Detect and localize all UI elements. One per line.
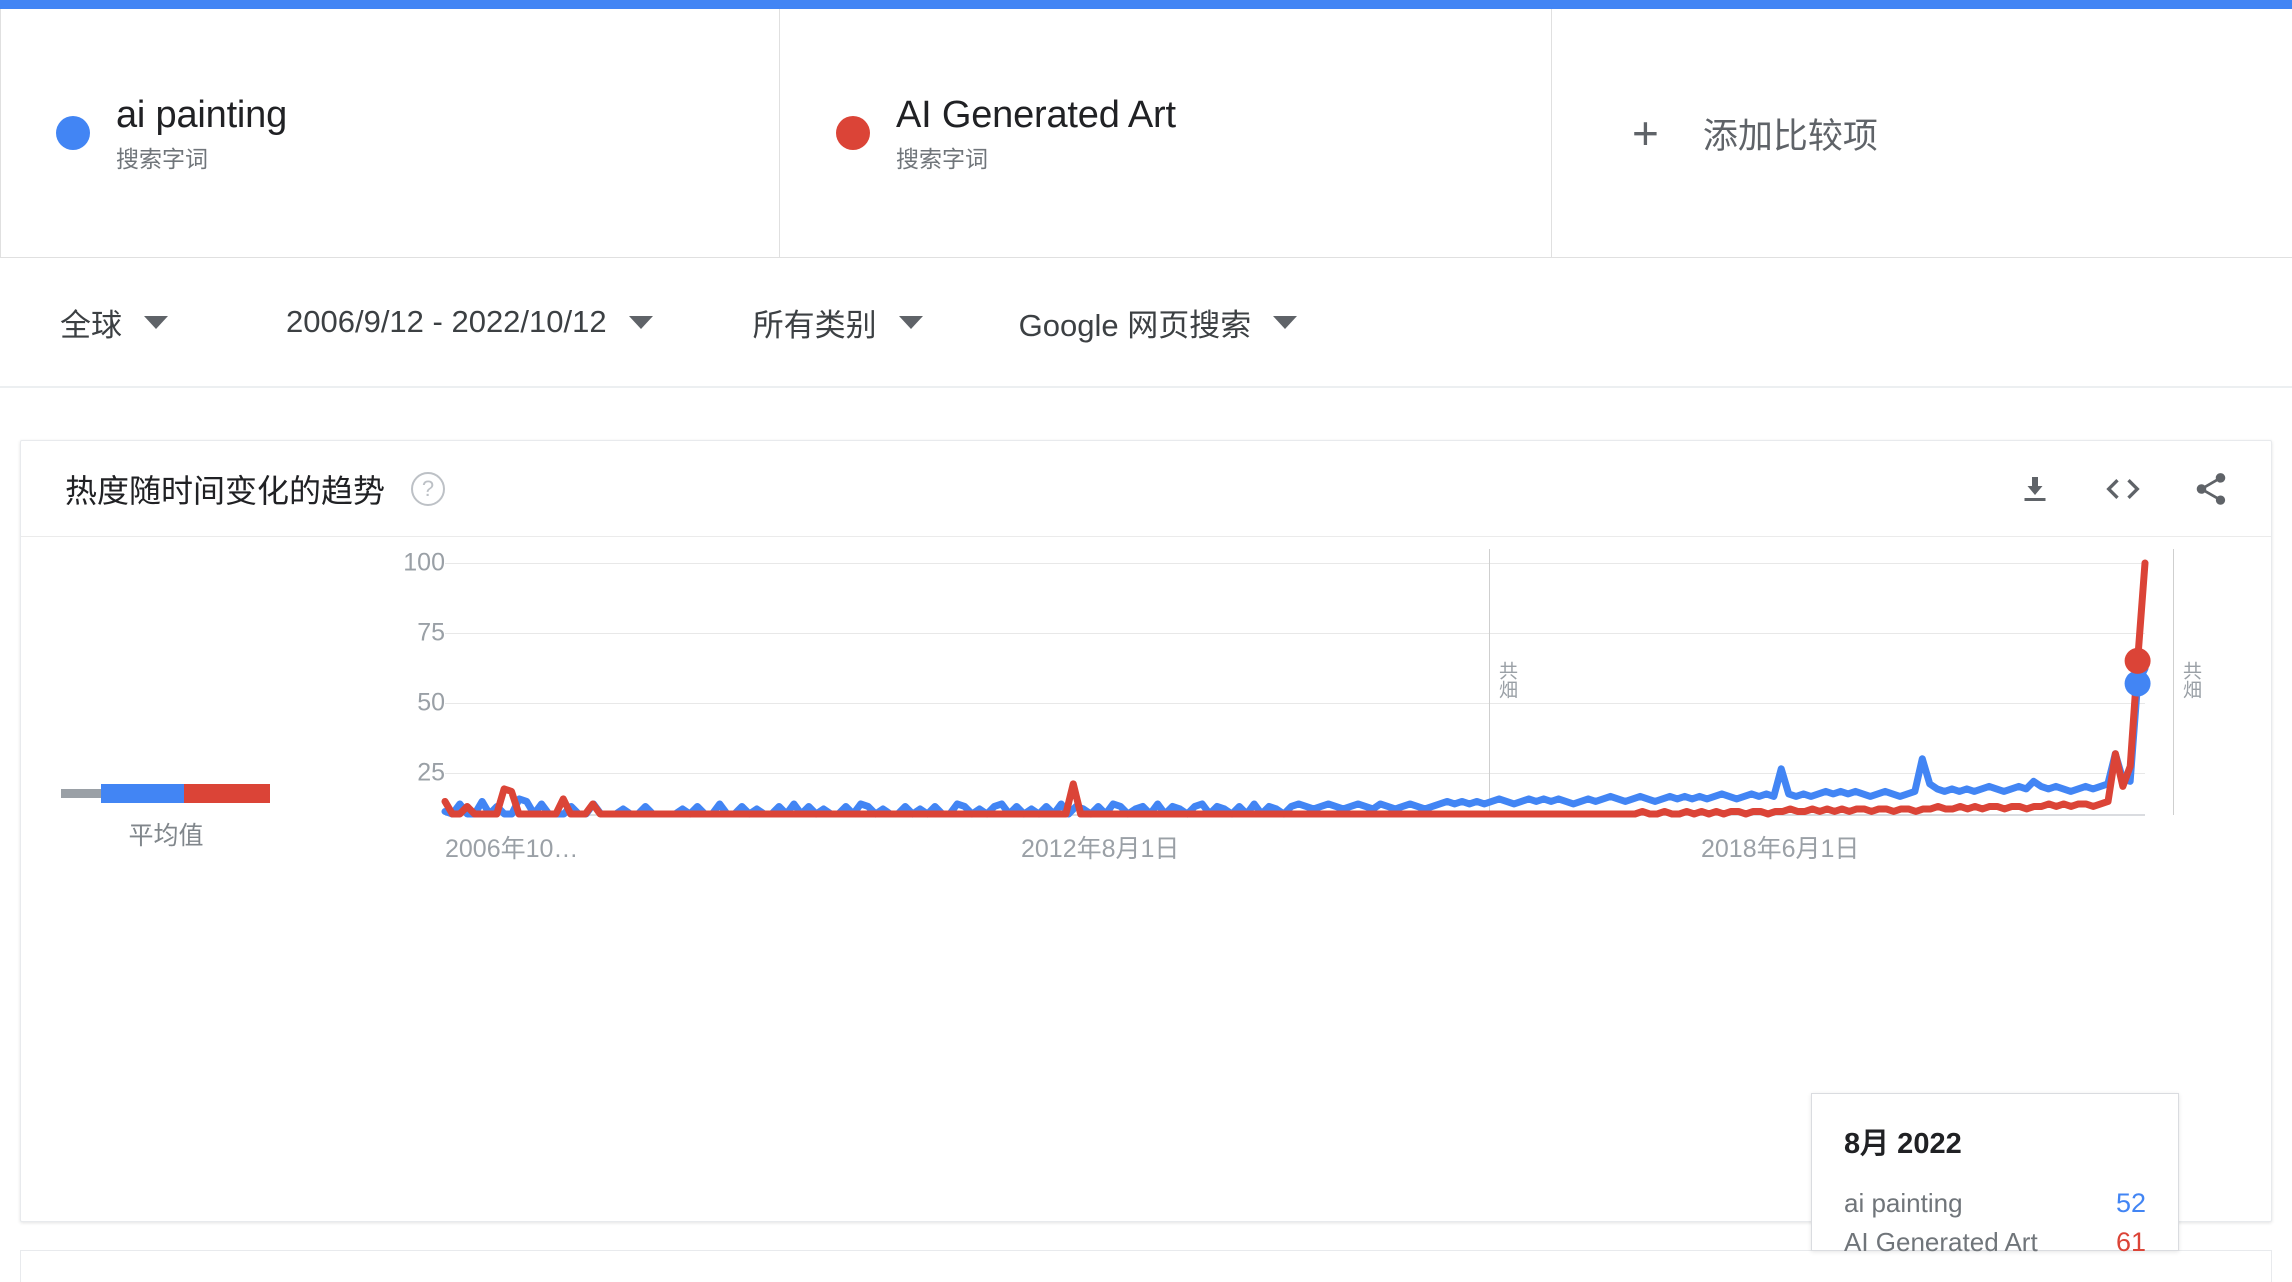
tooltip-series-value: 52 [2115,1188,2146,1218]
chevron-down-icon [144,315,168,329]
blue-dot-icon [56,116,90,150]
red-dot-icon [836,116,870,150]
comparison-card-term-2[interactable]: AI Generated Art 搜索字词 [780,9,1552,258]
highlighted-point-ai-painting [2124,670,2151,697]
add-comparison-button[interactable]: + 添加比较项 [1552,9,2292,258]
filter-region[interactable]: 全球 [60,300,168,345]
x-tick-label: 2006年10… [445,835,579,863]
term-title: ai painting [116,93,288,136]
chart-title: 热度随时间变化的趋势 [65,472,386,509]
tooltip-series-value: 61 [2115,1227,2146,1257]
plus-icon: + [1632,107,1659,159]
share-icon[interactable] [2189,467,2233,511]
google-trends-page: ai painting 搜索字词 AI Generated Art 搜索字词 +… [0,0,2292,1282]
filter-category-label: 所有类别 [752,307,877,343]
filter-search-type-label: Google 网页搜索 [1018,307,1252,343]
help-icon[interactable]: ? [411,471,446,506]
series-line-ai-generated-art [441,559,2149,818]
tooltip-date: 8月 2022 [1844,1128,1962,1160]
series-line-ai-painting [441,664,2149,818]
interest-over-time-card: 热度随时间变化的趋势 ? 平均值 100 75 50 25 共畑 共畑 2006… [20,440,2272,1257]
chart-toolbar [2013,467,2233,511]
tooltip-row: ai painting 52 [1844,1188,2146,1219]
chart-header: 热度随时间变化的趋势 ? [21,441,2271,537]
filter-region-label: 全球 [60,307,122,343]
term-title: AI Generated Art [896,93,1176,136]
chevron-down-icon [1273,315,1298,329]
tooltip-series-name: ai painting [1844,1188,1963,1218]
x-tick-label: 2018年6月1日 [1701,835,1860,863]
term-text-block: ai painting 搜索字词 [116,92,287,174]
download-icon[interactable] [2013,467,2057,511]
embed-code-icon[interactable] [2101,467,2145,511]
add-comparison-label: 添加比较项 [1702,116,1878,156]
term-subtitle: 搜索字词 [896,146,988,173]
filter-date-range-label: 2006/9/12 - 2022/10/12 [286,304,607,339]
chart-tooltip: 8月 2022 ai painting 52 AI Generated Art … [1811,1093,2179,1257]
tooltip-row: AI Generated Art 61 [1844,1227,2146,1258]
term-text-block: AI Generated Art 搜索字词 [896,92,1176,174]
chevron-down-icon [898,315,923,329]
tooltip-series-name: AI Generated Art [1844,1227,2038,1257]
filter-bar: 全球 2006/9/12 - 2022/10/12 所有类别 Google 网页… [0,258,2292,388]
x-tick-label: 2012年8月1日 [1021,835,1180,863]
highlighted-point-ai-generated-art [2124,647,2151,674]
filter-search-type[interactable]: Google 网页搜索 [1019,300,1298,345]
comparison-terms-row: ai painting 搜索字词 AI Generated Art 搜索字词 +… [0,9,2292,258]
comparison-card-term-1[interactable]: ai painting 搜索字词 [0,9,780,258]
filter-category[interactable]: 所有类别 [753,300,923,345]
filter-date-range[interactable]: 2006/9/12 - 2022/10/12 [286,304,653,340]
chevron-down-icon [628,315,653,329]
term-subtitle: 搜索字词 [116,146,208,173]
page-loading-bar [0,0,2292,9]
card-divider [0,9,1,257]
